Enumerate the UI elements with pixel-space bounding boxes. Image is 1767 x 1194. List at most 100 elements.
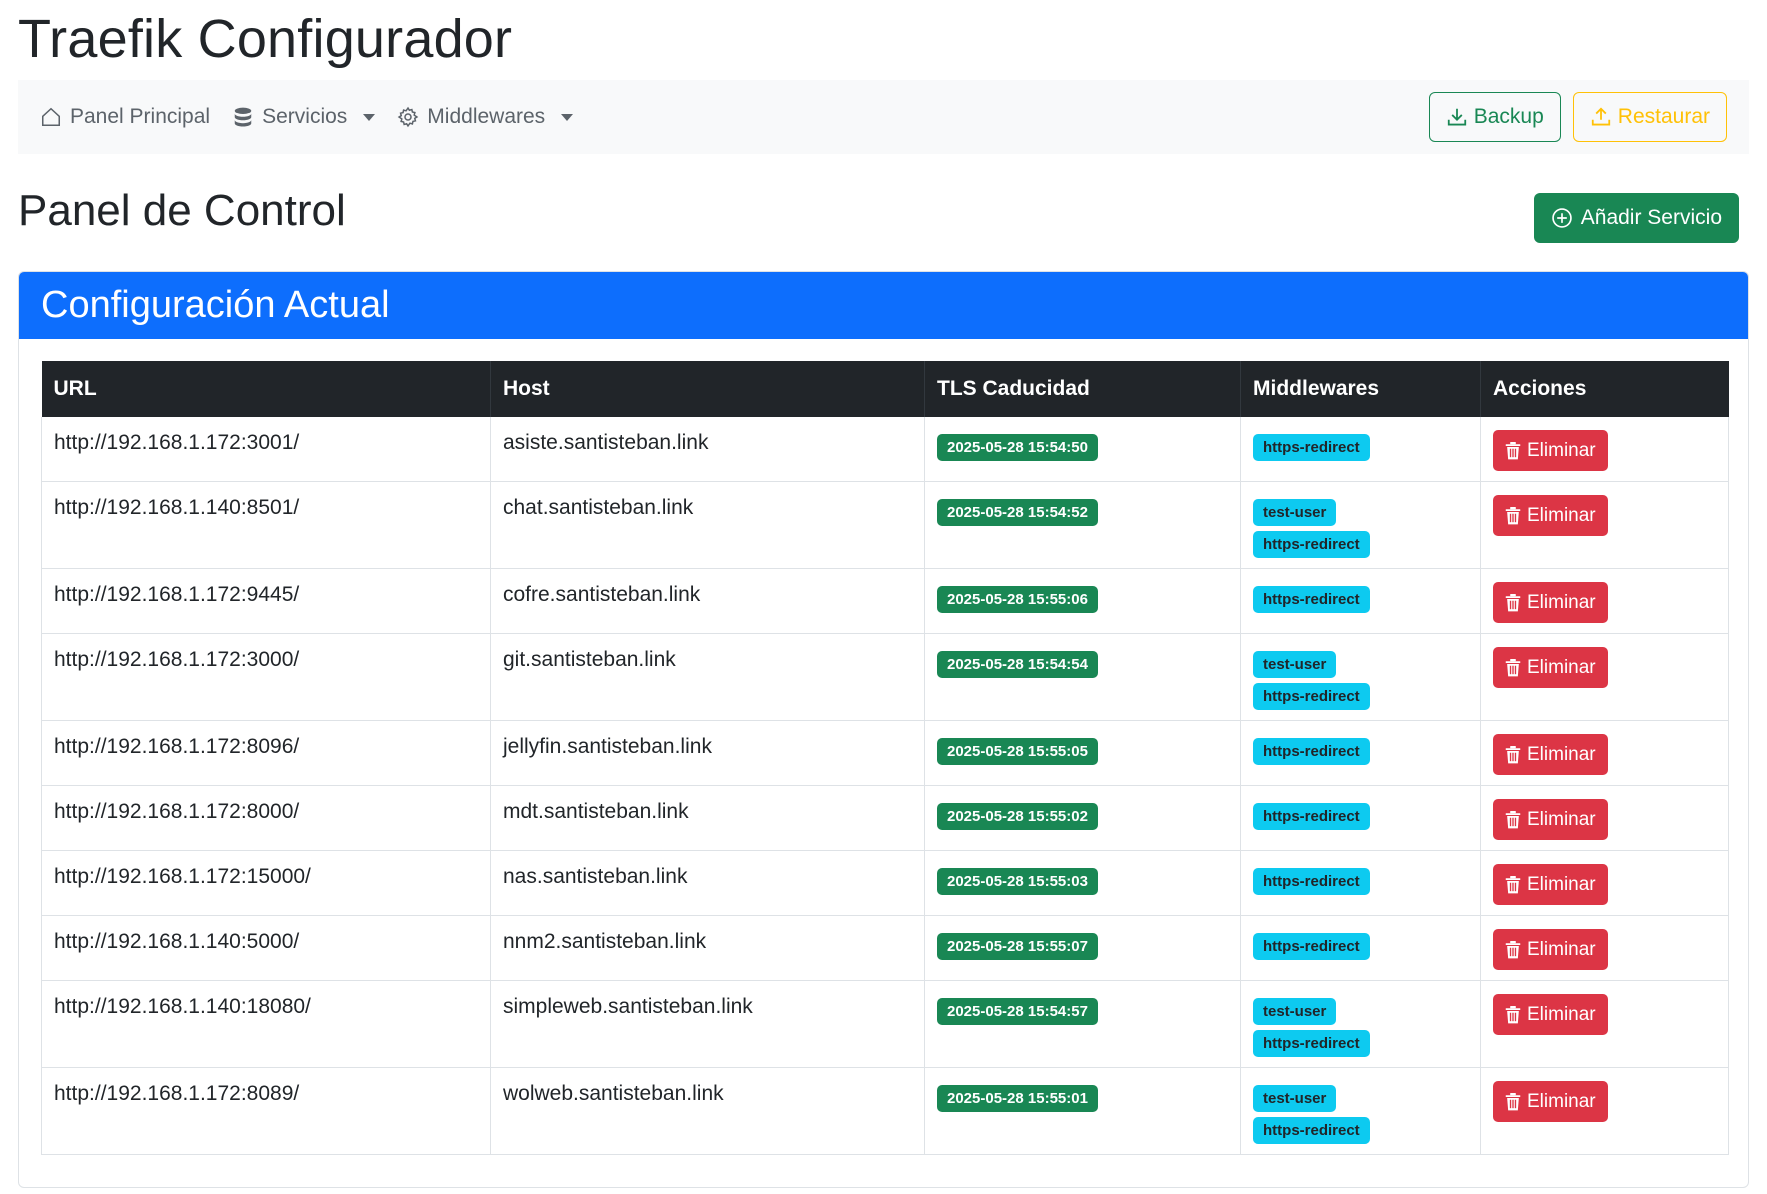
middleware-badge: https-redirect bbox=[1253, 1117, 1370, 1144]
card-header: Configuración Actual bbox=[19, 272, 1748, 339]
trash-icon bbox=[1505, 745, 1521, 763]
column-header-host: Host bbox=[490, 361, 925, 417]
url-cell: http://192.168.1.172:8096/ bbox=[41, 720, 491, 786]
host-cell: mdt.santisteban.link bbox=[490, 785, 925, 851]
url-cell: http://192.168.1.140:5000/ bbox=[41, 915, 491, 981]
delete-label: Eliminar bbox=[1527, 743, 1596, 765]
actions-cell: Eliminar bbox=[1480, 1067, 1729, 1155]
host-cell: jellyfin.santisteban.link bbox=[490, 720, 925, 786]
tls-cell: 2025-05-28 15:55:02 bbox=[924, 785, 1241, 851]
table-row: http://192.168.1.140:18080/simpleweb.san… bbox=[41, 980, 1729, 1068]
restore-button[interactable]: Restaurar bbox=[1572, 92, 1727, 142]
column-header-actions: Acciones bbox=[1480, 361, 1729, 417]
table-row: http://192.168.1.140:8501/chat.santisteb… bbox=[41, 481, 1729, 569]
table-row: http://192.168.1.172:15000/nas.santisteb… bbox=[41, 850, 1729, 916]
middleware-badge: test-user bbox=[1253, 1085, 1337, 1112]
table-row: http://192.168.1.140:5000/nnm2.santisteb… bbox=[41, 915, 1729, 981]
download-icon bbox=[1447, 108, 1466, 126]
table-row: http://192.168.1.172:8096/jellyfin.santi… bbox=[41, 720, 1729, 786]
delete-button[interactable]: Eliminar bbox=[1493, 799, 1608, 840]
middlewares-cell: https-redirect bbox=[1240, 417, 1481, 482]
middlewares-list: https-redirect bbox=[1253, 738, 1468, 765]
delete-button[interactable]: Eliminar bbox=[1493, 864, 1608, 905]
middlewares-cell: https-redirect bbox=[1240, 568, 1481, 634]
table-row: http://192.168.1.172:9445/cofre.santiste… bbox=[41, 568, 1729, 634]
middleware-badge: https-redirect bbox=[1253, 434, 1370, 461]
card-body: URL Host TLS Caducidad Middlewares Accio… bbox=[19, 339, 1748, 1177]
tls-cell: 2025-05-28 15:54:54 bbox=[924, 633, 1241, 721]
middleware-badge: https-redirect bbox=[1253, 738, 1370, 765]
middlewares-list: https-redirect bbox=[1253, 434, 1468, 461]
host-cell: git.santisteban.link bbox=[490, 633, 925, 721]
middleware-badge: https-redirect bbox=[1253, 1030, 1370, 1057]
delete-button[interactable]: Eliminar bbox=[1493, 929, 1608, 970]
database-icon bbox=[234, 107, 252, 127]
url-cell: http://192.168.1.140:18080/ bbox=[41, 980, 491, 1068]
delete-label: Eliminar bbox=[1527, 656, 1596, 678]
add-service-button[interactable]: Añadir Servicio bbox=[1533, 193, 1739, 243]
backup-label: Backup bbox=[1473, 105, 1544, 128]
actions-cell: Eliminar bbox=[1480, 633, 1729, 721]
nav-item-middlewares[interactable]: Middlewares bbox=[397, 105, 574, 129]
restore-label: Restaurar bbox=[1617, 105, 1710, 128]
nav-item-panel-principal[interactable]: Panel Principal bbox=[40, 105, 210, 129]
actions-cell: Eliminar bbox=[1480, 568, 1729, 634]
host-cell: wolweb.santisteban.link bbox=[490, 1067, 925, 1155]
delete-button[interactable]: Eliminar bbox=[1493, 1081, 1608, 1122]
delete-label: Eliminar bbox=[1527, 808, 1596, 830]
nav-item-servicios[interactable]: Servicios bbox=[232, 105, 376, 129]
host-cell: nas.santisteban.link bbox=[490, 850, 925, 916]
delete-button[interactable]: Eliminar bbox=[1493, 734, 1608, 775]
delete-label: Eliminar bbox=[1527, 938, 1596, 960]
delete-button[interactable]: Eliminar bbox=[1493, 994, 1608, 1035]
middleware-badge: test-user bbox=[1253, 651, 1337, 678]
table-row: http://192.168.1.172:3000/git.santisteba… bbox=[41, 633, 1729, 721]
middlewares-cell: test-user https-redirect bbox=[1240, 481, 1481, 569]
plus-circle-icon bbox=[1552, 208, 1572, 228]
middlewares-list: https-redirect bbox=[1253, 803, 1468, 830]
tls-cell: 2025-05-28 15:55:05 bbox=[924, 720, 1241, 786]
navbar: Panel Principal Servicios Middlewares Ba… bbox=[18, 80, 1749, 154]
url-cell: http://192.168.1.172:9445/ bbox=[41, 568, 491, 634]
delete-button[interactable]: Eliminar bbox=[1493, 495, 1608, 536]
tls-cell: 2025-05-28 15:55:06 bbox=[924, 568, 1241, 634]
backup-button[interactable]: Backup bbox=[1428, 92, 1561, 142]
column-header-url: URL bbox=[41, 361, 491, 417]
host-cell: asiste.santisteban.link bbox=[490, 417, 925, 482]
table-row: http://192.168.1.172:8089/wolweb.santist… bbox=[41, 1067, 1729, 1155]
delete-button[interactable]: Eliminar bbox=[1493, 647, 1608, 688]
config-card: Configuración Actual URL Host TLS Caduci… bbox=[18, 271, 1749, 1188]
url-cell: http://192.168.1.172:15000/ bbox=[41, 850, 491, 916]
middlewares-cell: https-redirect bbox=[1240, 850, 1481, 916]
tls-expiry-badge: 2025-05-28 15:55:02 bbox=[937, 803, 1098, 830]
middlewares-list: https-redirect bbox=[1253, 868, 1468, 895]
delete-button[interactable]: Eliminar bbox=[1493, 430, 1608, 471]
nav-item-label: Panel Principal bbox=[70, 105, 211, 128]
middlewares-cell: https-redirect bbox=[1240, 720, 1481, 786]
services-table: URL Host TLS Caducidad Middlewares Accio… bbox=[41, 361, 1729, 1155]
delete-label: Eliminar bbox=[1527, 1003, 1596, 1025]
middlewares-list: test-user https-redirect bbox=[1253, 499, 1468, 558]
middlewares-list: https-redirect bbox=[1253, 933, 1468, 960]
actions-cell: Eliminar bbox=[1480, 417, 1729, 482]
tls-cell: 2025-05-28 15:55:03 bbox=[924, 850, 1241, 916]
tls-expiry-badge: 2025-05-28 15:55:07 bbox=[937, 933, 1098, 960]
trash-icon bbox=[1505, 940, 1521, 958]
table-header-row: URL Host TLS Caducidad Middlewares Accio… bbox=[41, 361, 1729, 417]
nav-item-label: Servicios bbox=[262, 105, 348, 128]
middlewares-cell: test-user https-redirect bbox=[1240, 633, 1481, 721]
middlewares-cell: https-redirect bbox=[1240, 785, 1481, 851]
tls-expiry-badge: 2025-05-28 15:55:05 bbox=[937, 738, 1098, 765]
tls-expiry-badge: 2025-05-28 15:55:06 bbox=[937, 586, 1098, 613]
middlewares-list: test-user https-redirect bbox=[1253, 1085, 1468, 1144]
delete-button[interactable]: Eliminar bbox=[1493, 582, 1608, 623]
column-header-tls: TLS Caducidad bbox=[924, 361, 1241, 417]
tls-cell: 2025-05-28 15:54:57 bbox=[924, 980, 1241, 1068]
trash-icon bbox=[1505, 1005, 1521, 1023]
middleware-badge: https-redirect bbox=[1253, 586, 1370, 613]
actions-cell: Eliminar bbox=[1480, 850, 1729, 916]
delete-label: Eliminar bbox=[1527, 873, 1596, 895]
middleware-badge: https-redirect bbox=[1253, 933, 1370, 960]
tls-expiry-badge: 2025-05-28 15:54:54 bbox=[937, 651, 1098, 678]
trash-icon bbox=[1505, 658, 1521, 676]
